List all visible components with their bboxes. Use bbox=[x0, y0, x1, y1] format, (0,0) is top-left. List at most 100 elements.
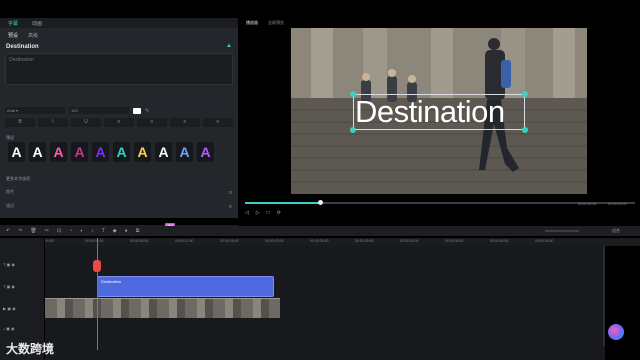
track-audio-header[interactable]: ♪ ▣ ◉ bbox=[3, 326, 15, 331]
eyedropper-icon[interactable]: ✎ bbox=[145, 108, 149, 114]
preset-3[interactable]: A bbox=[71, 142, 88, 162]
crop-icon[interactable]: ⊡ bbox=[57, 228, 61, 234]
resize-handle[interactable] bbox=[522, 91, 528, 97]
preset-0[interactable]: A bbox=[8, 142, 25, 162]
ruler-tick: 00:00 bbox=[45, 239, 54, 243]
audio-icon[interactable]: ♪ bbox=[91, 228, 94, 234]
resize-handle[interactable] bbox=[350, 127, 356, 133]
text-input[interactable]: Destination bbox=[5, 53, 233, 85]
total-time: 00:00:15:02 bbox=[608, 202, 627, 206]
play-icon[interactable]: ▷ bbox=[256, 210, 260, 218]
chevron-icon: ⊡ bbox=[228, 203, 232, 209]
bold-button[interactable]: B bbox=[5, 118, 35, 127]
preset-8[interactable]: A bbox=[176, 142, 193, 162]
align-right-button[interactable]: ≡ bbox=[170, 118, 200, 127]
subtab-preset[interactable]: 预设 bbox=[8, 32, 18, 39]
align-center-button[interactable]: ≡ bbox=[137, 118, 167, 127]
preset-7[interactable]: A bbox=[155, 142, 172, 162]
zoom-slider[interactable] bbox=[545, 230, 579, 232]
ruler-tick: 00:00:24:00 bbox=[310, 239, 329, 243]
ruler-tick: 00:00:32:00 bbox=[400, 239, 419, 243]
zoom-fit-label[interactable]: 适合 bbox=[612, 228, 620, 234]
title-label: Destination bbox=[6, 44, 39, 50]
loop-icon[interactable]: ⟳ bbox=[277, 210, 281, 218]
playhead-line[interactable] bbox=[97, 238, 98, 350]
ruler-tick: 00:00:44:00 bbox=[535, 239, 554, 243]
speed-icon[interactable]: ◔ bbox=[69, 228, 72, 234]
text-icon[interactable]: T bbox=[102, 228, 105, 234]
preset-5[interactable]: A bbox=[113, 142, 130, 162]
preset-2[interactable]: A bbox=[50, 142, 67, 162]
cut-icon[interactable]: ✂ bbox=[45, 228, 49, 234]
timeline-toolbar: ↶ ↷ 🗑 ✂ ⊡ ◔ ◐ ♪ T ◆ ● ⧉ bbox=[0, 226, 640, 236]
align-justify-button[interactable]: ≡ bbox=[203, 118, 233, 127]
preset-9[interactable]: A bbox=[197, 142, 214, 162]
resize-handle[interactable] bbox=[350, 91, 356, 97]
track-video-header[interactable]: ▶ ▣ ◉ bbox=[3, 306, 16, 311]
video-preview[interactable]: Destination bbox=[291, 28, 587, 194]
assistant-icon[interactable] bbox=[608, 324, 624, 340]
scrub-handle[interactable] bbox=[318, 200, 323, 205]
underline-button[interactable]: U bbox=[71, 118, 101, 127]
track-text-header[interactable]: T ▣ ◉ bbox=[3, 262, 15, 267]
undo-icon[interactable]: ↶ bbox=[6, 228, 10, 234]
format-buttons: B I U ≡ ≡ ≡ ≡ bbox=[5, 118, 233, 127]
resize-handle[interactable] bbox=[522, 127, 528, 133]
video-clip[interactable] bbox=[45, 298, 280, 318]
playback-controls: ◁ ▷ □ ⟳ bbox=[245, 210, 635, 218]
option-stroke-label: 描边 bbox=[6, 203, 14, 208]
font-family-select[interactable]: Arial ▾ bbox=[5, 107, 65, 114]
option-color-label: 颜色 bbox=[6, 189, 14, 194]
italic-button[interactable]: I bbox=[38, 118, 68, 127]
mic-icon[interactable]: ● bbox=[125, 228, 128, 234]
track-title-header[interactable]: T ▣ ◉ bbox=[3, 284, 15, 289]
playhead-handle[interactable] bbox=[93, 260, 101, 272]
overlay-title[interactable]: Destination bbox=[355, 94, 505, 130]
font-row: Arial ▾ 100 ✎ bbox=[5, 107, 233, 114]
sub-tabs: 预设 高级 bbox=[0, 30, 38, 40]
preset-list: A A A A A A A A A A bbox=[5, 142, 233, 164]
marker-icon[interactable]: ◆ bbox=[113, 228, 117, 234]
option-color-row[interactable]: 颜色 ⊡ bbox=[6, 188, 232, 196]
scrub-progress bbox=[245, 202, 321, 204]
watermark: 大数跨境 bbox=[6, 342, 55, 356]
tab-player[interactable]: 播放器 bbox=[246, 20, 258, 26]
chevron-icon: ⊡ bbox=[228, 189, 232, 195]
redo-icon[interactable]: ↷ bbox=[18, 228, 22, 234]
font-size-select[interactable]: 100 bbox=[69, 107, 129, 114]
ruler-tick: 00:00:28:00 bbox=[355, 239, 374, 243]
ruler-tick: 00:00:36:00 bbox=[445, 239, 464, 243]
tab-subtitle[interactable]: 字幕 bbox=[8, 20, 18, 27]
tab-fullscreen[interactable]: 全屏预览 bbox=[268, 20, 284, 26]
color-icon[interactable]: ◐ bbox=[80, 228, 83, 234]
preview-tabs: 播放器 全屏预览 bbox=[240, 18, 640, 28]
color-swatch[interactable] bbox=[133, 107, 141, 114]
timeline-scrollbar[interactable] bbox=[603, 246, 605, 346]
subtab-advanced[interactable]: 高级 bbox=[28, 32, 38, 39]
preset-4[interactable]: A bbox=[92, 142, 109, 162]
ruler-tick: 00:00:40:00 bbox=[490, 239, 509, 243]
tab-animation[interactable]: 动画 bbox=[32, 20, 42, 27]
ruler-tick: 00:00:12:00 bbox=[175, 239, 194, 243]
preset-label: 预设 bbox=[6, 135, 14, 140]
align-left-button[interactable]: ≡ bbox=[104, 118, 134, 127]
text-properties-panel: 字幕 动画 预设 高级 Destination ▲ Destination Ar… bbox=[0, 18, 238, 236]
prev-frame-icon[interactable]: ◁ bbox=[245, 210, 249, 218]
timeline-ruler[interactable]: 00:00 00:00:04:00 00:00:08:00 00:00:12:0… bbox=[45, 238, 640, 246]
title-clip[interactable]: Destination bbox=[97, 276, 274, 297]
current-time: 00:00:02:09 bbox=[578, 202, 597, 206]
title-clip-label: Destination bbox=[101, 279, 122, 284]
ruler-tick: 00:00:20:00 bbox=[265, 239, 284, 243]
expand-icon[interactable]: ▲ bbox=[226, 43, 232, 49]
playback-scrubber[interactable] bbox=[245, 200, 635, 205]
panel-tabs: 字幕 动画 bbox=[0, 18, 238, 28]
ruler-tick: 00:00:16:00 bbox=[220, 239, 239, 243]
option-stroke-row[interactable]: 描边 ⊡ bbox=[6, 202, 232, 210]
stop-icon[interactable]: □ bbox=[267, 210, 270, 218]
text-input-value: Destination bbox=[9, 57, 35, 63]
preset-1[interactable]: A bbox=[29, 142, 46, 162]
split-icon[interactable]: ⧉ bbox=[136, 228, 140, 234]
preset-6[interactable]: A bbox=[134, 142, 151, 162]
delete-icon[interactable]: 🗑 bbox=[30, 228, 36, 234]
ruler-tick: 00:00:04:00 bbox=[85, 239, 104, 243]
